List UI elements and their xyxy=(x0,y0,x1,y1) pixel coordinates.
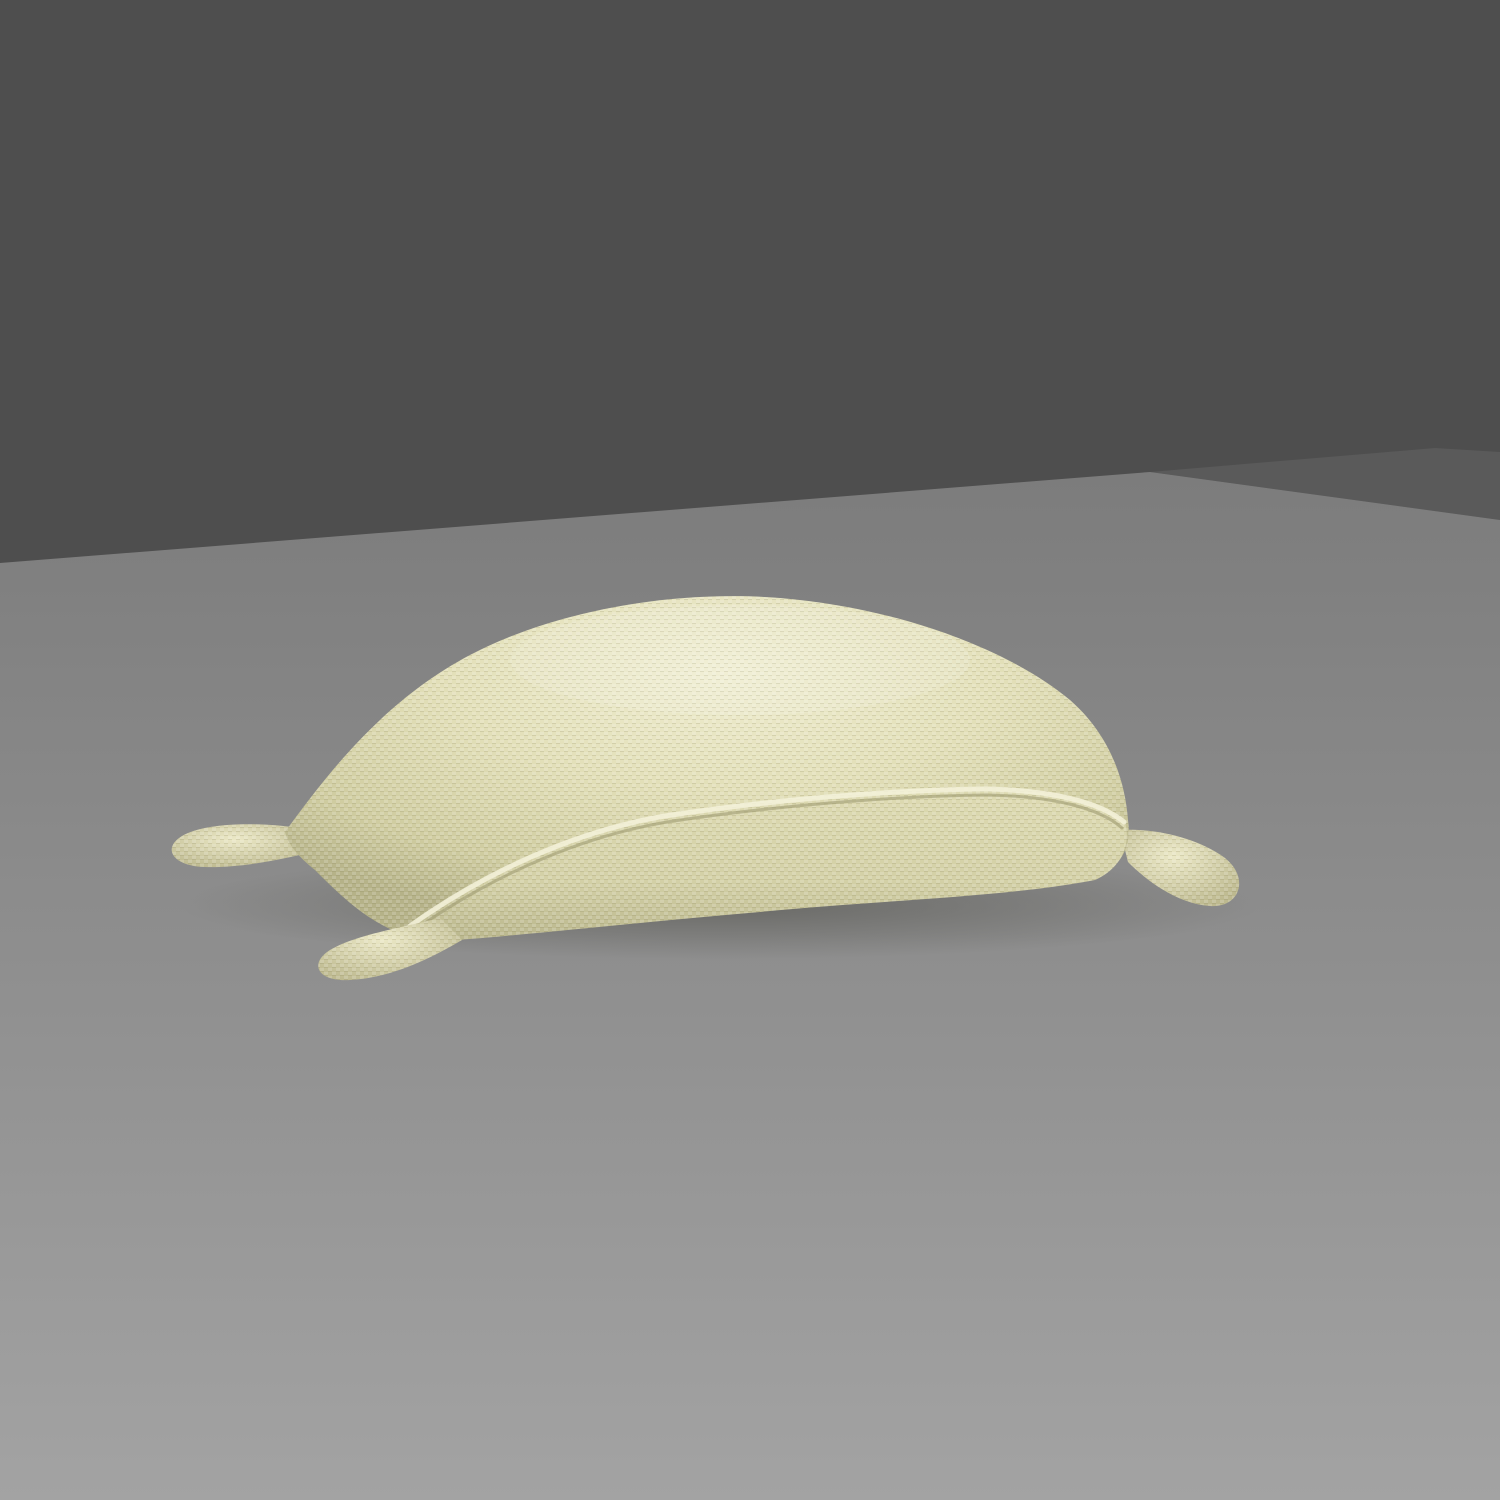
sack-highlight xyxy=(510,605,970,715)
render-viewport xyxy=(0,0,1500,1500)
3d-scene xyxy=(0,0,1500,1500)
